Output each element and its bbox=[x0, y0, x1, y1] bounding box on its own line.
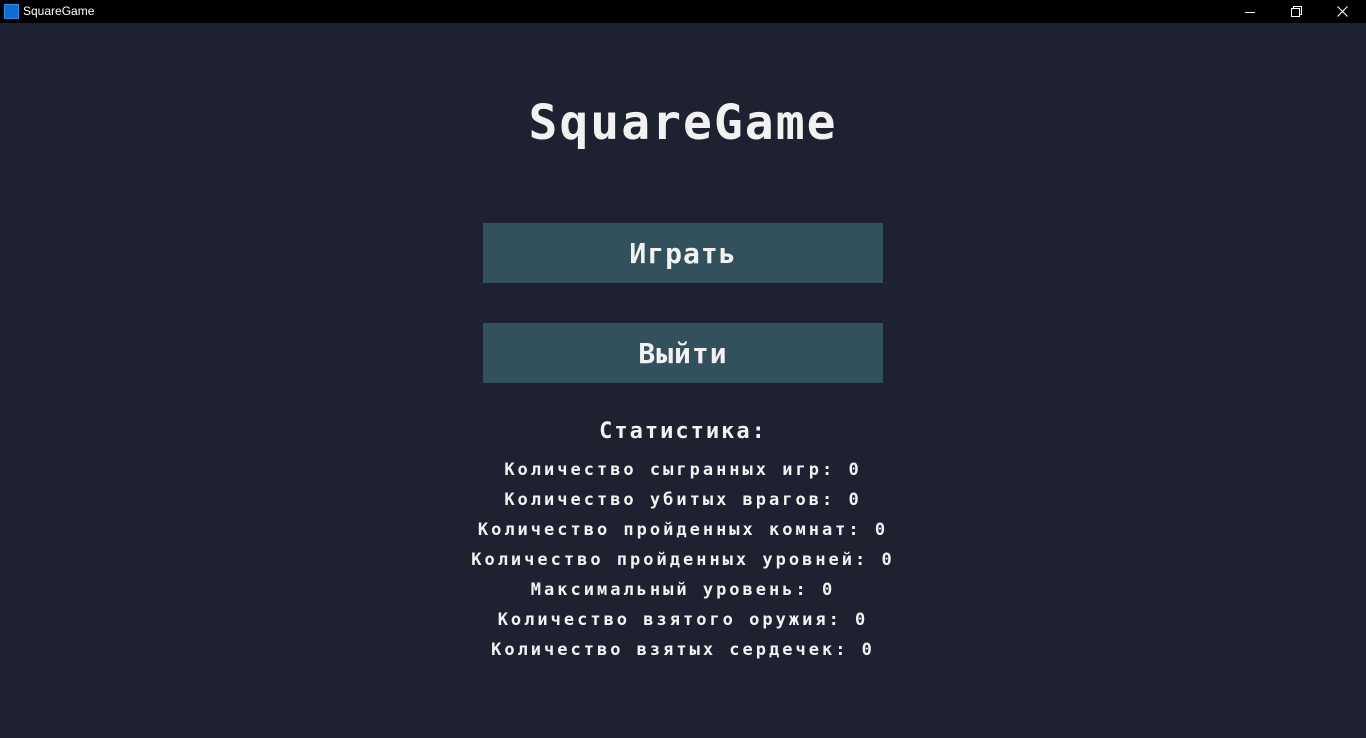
stats-list: Количество сыгранных игр: 0 Количество у… bbox=[0, 456, 1366, 666]
stat-levels-cleared: Количество пройденных уровней: 0 bbox=[471, 550, 895, 570]
stat-label: Количество взятого оружия bbox=[497, 610, 829, 630]
stat-label: Количество убитых врагов bbox=[504, 490, 822, 510]
stat-max-level: Максимальный уровень: 0 bbox=[530, 580, 836, 600]
play-button-label: Играть bbox=[629, 236, 737, 270]
stat-value: 0 bbox=[881, 550, 895, 570]
stat-value: 0 bbox=[848, 490, 862, 510]
stat-weapons-taken: Количество взятого оружия: 0 bbox=[497, 610, 869, 630]
window-title: SquareGame bbox=[23, 4, 95, 18]
stat-value: 0 bbox=[848, 460, 862, 480]
stat-value: 0 bbox=[821, 580, 836, 600]
app-icon bbox=[4, 4, 19, 19]
minimize-icon bbox=[1245, 11, 1255, 13]
stat-label: Количество пройденных уровней bbox=[471, 550, 856, 570]
stat-enemies-killed: Количество убитых врагов: 0 bbox=[504, 490, 862, 510]
game-window: SquareGame SquareGame Играть Выйти Стати… bbox=[0, 0, 1366, 738]
exit-button[interactable]: Выйти bbox=[483, 323, 883, 383]
restore-button[interactable] bbox=[1273, 0, 1319, 23]
stat-label: Количество пройденных комнат bbox=[477, 520, 849, 540]
restore-icon bbox=[1290, 6, 1302, 17]
stat-value: 0 bbox=[874, 520, 889, 540]
stat-label: Количество взятых сердечек bbox=[491, 640, 836, 660]
play-button[interactable]: Играть bbox=[483, 223, 883, 283]
stat-label: Максимальный уровень bbox=[530, 580, 796, 600]
stats-heading: Статистика: bbox=[599, 419, 767, 444]
minimize-button[interactable] bbox=[1227, 0, 1273, 23]
close-button[interactable] bbox=[1319, 0, 1365, 23]
stat-hearts-taken: Количество взятых сердечек: 0 bbox=[491, 640, 875, 660]
stat-rooms-cleared: Количество пройденных комнат: 0 bbox=[477, 520, 889, 540]
stat-games-played: Количество сыгранных игр: 0 bbox=[504, 460, 862, 480]
exit-button-label: Выйти bbox=[638, 336, 728, 370]
stat-label: Количество сыгранных игр bbox=[504, 460, 822, 480]
title-bar[interactable]: SquareGame bbox=[0, 0, 1366, 23]
game-title: SquareGame bbox=[528, 95, 838, 151]
stat-value: 0 bbox=[861, 640, 875, 660]
stat-value: 0 bbox=[855, 610, 869, 630]
close-icon bbox=[1336, 6, 1348, 17]
